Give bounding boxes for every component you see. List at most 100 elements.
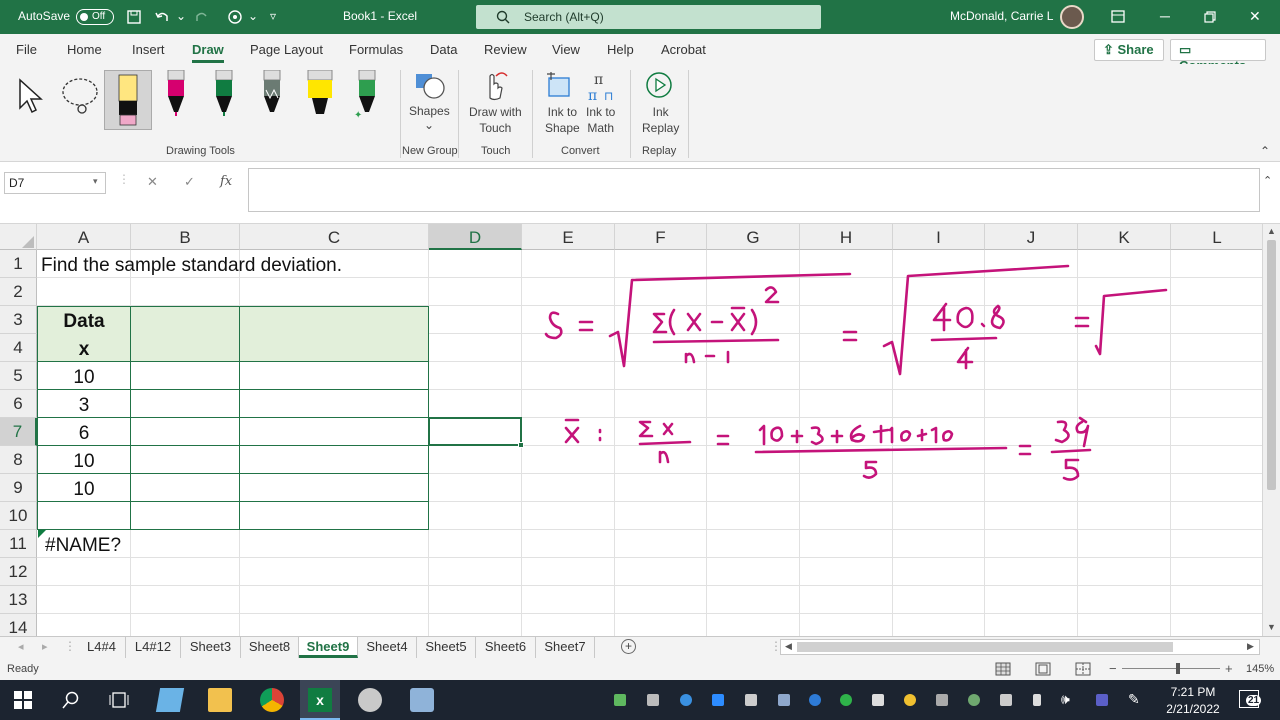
sheet-tab[interactable]: Sheet5: [417, 637, 476, 658]
chrome-icon[interactable]: [260, 688, 284, 712]
close-icon[interactable]: ✕: [1249, 8, 1261, 25]
teams-icon[interactable]: [1096, 694, 1108, 706]
row-header-4[interactable]: 4: [0, 334, 37, 362]
excel-taskbar-button[interactable]: x: [300, 680, 340, 720]
draw-with-touch-icon[interactable]: [480, 70, 510, 102]
tray-app-icon[interactable]: [840, 694, 852, 706]
row-header-13[interactable]: 13: [0, 586, 37, 614]
pen-magenta-icon[interactable]: [164, 70, 188, 120]
collapse-ribbon-icon[interactable]: ⌃: [1260, 144, 1270, 158]
autosave-toggle[interactable]: Off: [76, 9, 114, 25]
tab-review[interactable]: Review: [484, 42, 527, 57]
notes-app-icon[interactable]: [155, 688, 185, 712]
scroll-thumb[interactable]: [1267, 240, 1276, 490]
save-icon[interactable]: [126, 9, 142, 25]
ink-replay-icon[interactable]: [644, 70, 674, 102]
tab-file[interactable]: File: [16, 42, 37, 57]
column-header-k[interactable]: K: [1078, 224, 1171, 250]
minimize-icon[interactable]: ─: [1160, 8, 1170, 24]
scroll-left-icon[interactable]: ◀: [785, 641, 792, 652]
next-sheet-icon[interactable]: ▸: [42, 640, 48, 653]
ribbon-display-icon[interactable]: [1111, 10, 1125, 24]
zoom-app-icon[interactable]: [712, 694, 724, 706]
avatar[interactable]: [1060, 5, 1084, 29]
row-header-1[interactable]: 1: [0, 250, 37, 278]
bluetooth-icon[interactable]: [809, 694, 821, 706]
sheet-tab[interactable]: Sheet4: [358, 637, 417, 658]
select-pointer-icon[interactable]: [16, 76, 46, 116]
formula-input[interactable]: [248, 168, 1260, 212]
tab-formulas[interactable]: Formulas: [349, 42, 403, 57]
row-header-10[interactable]: 10: [0, 502, 37, 530]
page-layout-view-icon[interactable]: [1035, 662, 1051, 676]
column-header-l[interactable]: L: [1171, 224, 1262, 250]
touch-mode-icon[interactable]: [226, 8, 244, 26]
ink-to-math-label[interactable]: Ink to Math: [586, 104, 615, 136]
taskbar-search-icon[interactable]: [62, 691, 80, 709]
row-header-9[interactable]: 9: [0, 474, 37, 502]
security-icon[interactable]: [872, 694, 884, 706]
ink-to-shape-label[interactable]: Ink to Shape: [545, 104, 580, 136]
sheet-tab[interactable]: L4#4: [78, 637, 126, 658]
tab-insert[interactable]: Insert: [132, 42, 165, 57]
tab-acrobat[interactable]: Acrobat: [661, 42, 706, 57]
tab-draw[interactable]: Draw: [192, 42, 224, 63]
tray-app-icon[interactable]: [745, 694, 757, 706]
column-header-a[interactable]: A: [37, 224, 131, 250]
shapes-label[interactable]: Shapes: [409, 104, 450, 118]
cell-a4[interactable]: x: [37, 339, 131, 361]
cell-a7[interactable]: 6: [37, 423, 131, 445]
tray-app-icon[interactable]: [647, 694, 659, 706]
scroll-up-icon[interactable]: ▲: [1267, 226, 1276, 236]
cell-a5[interactable]: 10: [37, 367, 131, 389]
undo-dropdown-icon[interactable]: ⌄: [176, 9, 186, 23]
taskbar-time[interactable]: 7:21 PM: [1163, 685, 1223, 699]
windows-start-icon[interactable]: [14, 691, 32, 709]
sheet-tab[interactable]: Sheet3: [181, 637, 241, 658]
shapes-dropdown-icon[interactable]: ⌄: [424, 118, 434, 132]
file-explorer-icon[interactable]: [208, 688, 232, 712]
zoom-slider-thumb[interactable]: [1176, 663, 1180, 674]
snipping-tool-icon[interactable]: [358, 688, 382, 712]
page-break-view-icon[interactable]: [1075, 662, 1091, 676]
add-sheet-button[interactable]: +: [621, 639, 636, 654]
ink-to-math-icon[interactable]: ππ ⊓: [586, 70, 618, 102]
notification-center-icon[interactable]: 21: [1239, 690, 1262, 708]
normal-view-icon[interactable]: [995, 662, 1011, 676]
cell-a8[interactable]: 10: [37, 451, 131, 473]
undo-icon[interactable]: [154, 9, 170, 25]
shapes-icon[interactable]: [414, 70, 446, 102]
column-header-g[interactable]: G: [707, 224, 800, 250]
redo-icon[interactable]: [194, 9, 210, 25]
sheet-tab[interactable]: Sheet6: [476, 637, 536, 658]
cell-a6[interactable]: 3: [37, 395, 131, 417]
tab-data[interactable]: Data: [430, 42, 457, 57]
share-button[interactable]: ⇪ Share: [1094, 39, 1164, 61]
tab-help[interactable]: Help: [607, 42, 634, 57]
column-header-f[interactable]: F: [615, 224, 707, 250]
row-header-7[interactable]: 7: [0, 418, 37, 446]
user-name[interactable]: McDonald, Carrie L: [950, 9, 1053, 23]
tab-page-layout[interactable]: Page Layout: [250, 42, 323, 57]
zoom-level[interactable]: 145%: [1246, 663, 1274, 675]
column-header-i[interactable]: I: [893, 224, 985, 250]
vertical-scrollbar[interactable]: ▲ ▼: [1262, 224, 1280, 636]
worksheet-grid[interactable]: A B C D E F G H I J K L 1 2 3 4 5 6 7 8 …: [0, 224, 1262, 636]
column-header-j[interactable]: J: [985, 224, 1078, 250]
lasso-select-icon[interactable]: [58, 74, 102, 116]
name-box[interactable]: D7 ▾: [4, 172, 106, 194]
volume-icon[interactable]: 🕪: [1061, 691, 1070, 708]
task-view-icon[interactable]: [109, 691, 129, 709]
cell-a3[interactable]: Data: [37, 311, 131, 333]
row-header-11[interactable]: 11: [0, 530, 37, 558]
search-box[interactable]: Search (Alt+Q): [476, 5, 821, 29]
row-header-6[interactable]: 6: [0, 390, 37, 418]
zoom-slider-track[interactable]: [1122, 668, 1220, 669]
sheet-tab-active[interactable]: Sheet9: [299, 637, 358, 658]
tab-view[interactable]: View: [552, 42, 580, 57]
eraser-tool[interactable]: [104, 70, 152, 130]
customize-dropdown-icon[interactable]: ⌄: [248, 9, 258, 23]
collapse-formula-bar-icon[interactable]: ⌃: [1263, 174, 1272, 187]
cell-a11[interactable]: #NAME?: [45, 535, 121, 557]
column-header-h[interactable]: H: [800, 224, 893, 250]
